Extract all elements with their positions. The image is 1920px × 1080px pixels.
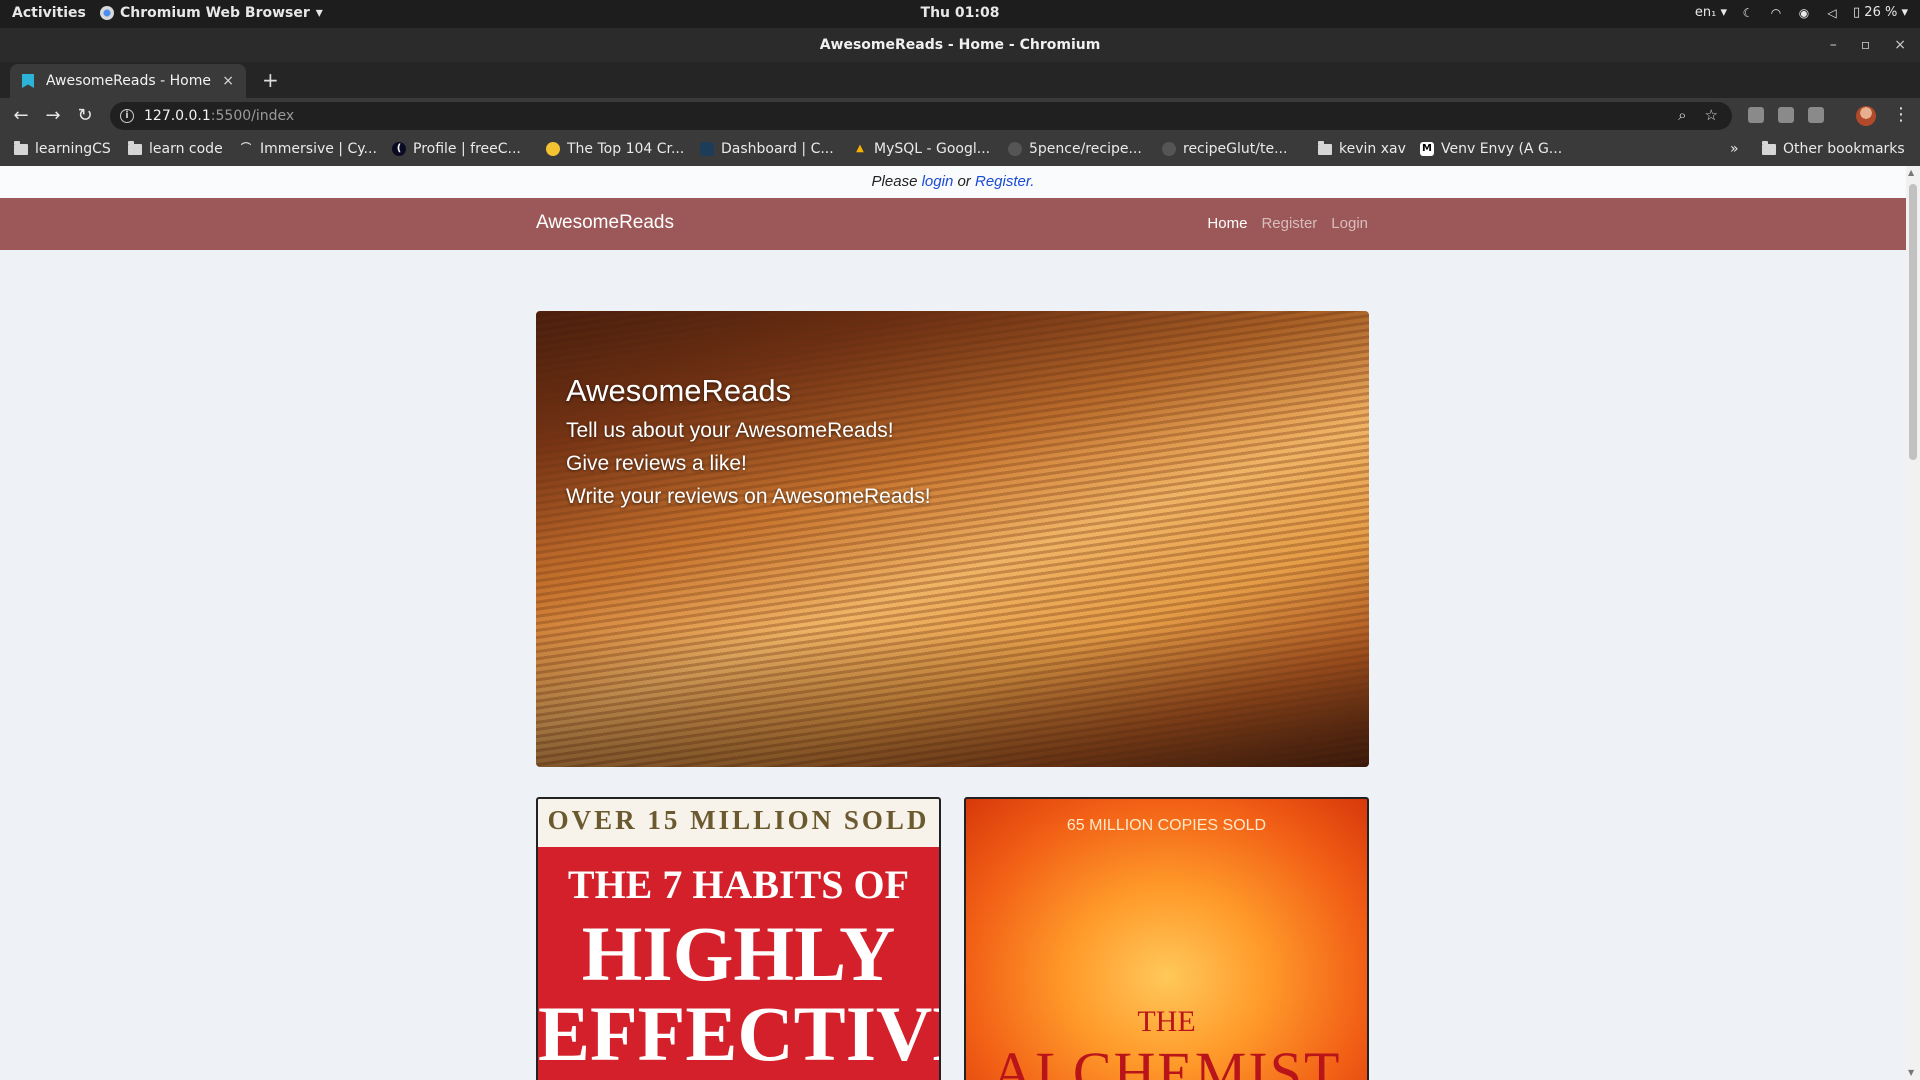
medium-icon: M bbox=[1420, 142, 1434, 156]
tab-strip: AwesomeReads - Home × + bbox=[0, 62, 1920, 98]
bookmarks-bar: learningCS learn code ⌒ Immersive | Cy...… bbox=[0, 134, 1920, 166]
window-title-bar: AwesomeReads - Home - Chromium – ▫ × bbox=[0, 28, 1920, 62]
bookmark-item[interactable]: (Profile | freeC... bbox=[392, 141, 521, 157]
page-viewport: Please login or Register. AwesomeReads H… bbox=[0, 166, 1906, 1080]
window-title: AwesomeReads - Home - Chromium bbox=[819, 37, 1101, 53]
url-host: 127.0.0.1 bbox=[144, 108, 211, 124]
nav-register[interactable]: Register bbox=[1261, 215, 1317, 232]
language-indicator[interactable]: en₁ ▾ bbox=[1695, 5, 1727, 20]
profile-avatar[interactable] bbox=[1856, 106, 1876, 126]
drive-icon: ▲ bbox=[856, 143, 864, 154]
wifi-icon: ◠ bbox=[1770, 5, 1782, 20]
hero-image-shade bbox=[536, 627, 1369, 767]
extension-icon[interactable] bbox=[1748, 107, 1764, 123]
zoom-icon[interactable]: ⌕ bbox=[1678, 106, 1686, 124]
close-window-icon[interactable]: × bbox=[1894, 28, 1906, 62]
new-tab-button[interactable]: + bbox=[262, 68, 279, 92]
book-cover-tagline: 65 MILLION COPIES SOLD bbox=[1066, 817, 1267, 834]
bookmark-item[interactable]: 5pence/recipe... bbox=[1008, 141, 1142, 157]
url-path: :5500/index bbox=[210, 108, 295, 124]
site-navbar: AwesomeReads Home Register Login bbox=[0, 198, 1906, 250]
notification-icon: ◉ bbox=[1798, 5, 1810, 20]
site-info-icon[interactable]: i bbox=[120, 109, 134, 123]
forward-icon[interactable]: → bbox=[42, 105, 64, 126]
scroll-up-icon[interactable]: ▲ bbox=[1908, 168, 1914, 177]
browser-toolbar: ← → ↻ i 127.0.0.1 :5500/index ⌕ ☆ ⋮ bbox=[0, 98, 1920, 134]
emoji-icon bbox=[546, 142, 560, 156]
page-scrollbar[interactable]: ▲ ▼ bbox=[1906, 166, 1920, 1080]
other-bookmarks[interactable]: Other bookmarks bbox=[1762, 140, 1905, 157]
back-icon[interactable]: ← bbox=[10, 105, 32, 126]
night-light-icon: ☾ bbox=[1742, 5, 1754, 20]
bookmark-item[interactable]: M Venv Envy (A G... bbox=[1420, 141, 1562, 157]
book-cover-title: EFFECTIVE bbox=[538, 990, 941, 1077]
tab-awesomereads-home[interactable]: AwesomeReads - Home × bbox=[10, 64, 246, 98]
book-cover-title: THE bbox=[1137, 1005, 1196, 1038]
hero-title: AwesomeReads bbox=[566, 373, 792, 408]
menu-kebab-icon[interactable]: ⋮ bbox=[1892, 104, 1910, 125]
book-cover-title: HIGHLY bbox=[581, 910, 896, 997]
address-bar[interactable]: i 127.0.0.1 :5500/index ⌕ ☆ bbox=[110, 102, 1732, 130]
nav-login[interactable]: Login bbox=[1331, 215, 1368, 232]
nav-home[interactable]: Home bbox=[1207, 215, 1247, 232]
bookmarks-overflow-button[interactable]: » bbox=[1730, 141, 1739, 157]
folder-icon bbox=[1762, 140, 1776, 155]
hero-line: Tell us about your AwesomeReads! bbox=[566, 419, 894, 442]
folder-icon bbox=[14, 140, 28, 155]
bookmark-item[interactable]: learn code bbox=[128, 140, 223, 157]
folder-icon bbox=[128, 140, 142, 155]
scroll-thumb[interactable] bbox=[1909, 184, 1917, 460]
book-cover-tagline: OVER 15 MILLION SOLD bbox=[547, 805, 930, 835]
book-cover-title: ALCHEMIST bbox=[991, 1040, 1342, 1080]
extension-icon[interactable] bbox=[1778, 107, 1794, 123]
bookmark-star-icon[interactable]: ☆ bbox=[1705, 106, 1718, 124]
book-cover-title: THE 7 HABITS OF bbox=[567, 862, 910, 907]
hero-banner: AwesomeReads Tell us about your AwesomeR… bbox=[536, 311, 1369, 767]
book-card-alchemist[interactable]: 65 MILLION COPIES SOLD THE ALCHEMIST bbox=[964, 797, 1369, 1080]
clock[interactable]: Thu 01:08 bbox=[0, 5, 1920, 21]
volume-icon: ◁ bbox=[1827, 5, 1837, 20]
folder-icon bbox=[1318, 140, 1332, 155]
github-icon bbox=[1008, 142, 1022, 156]
battery-indicator[interactable]: ▯ 26 % ▾ bbox=[1853, 5, 1908, 20]
bookmark-item[interactable]: The Top 104 Cr... bbox=[546, 141, 684, 157]
os-top-bar: Activities Chromium Web Browser ▾ Thu 01… bbox=[0, 0, 1920, 28]
hero-line: Give reviews a like! bbox=[566, 452, 747, 475]
bookmark-item[interactable]: kevin xav bbox=[1318, 140, 1406, 157]
navbar-brand[interactable]: AwesomeReads bbox=[536, 212, 674, 234]
bookmark-item[interactable]: learningCS bbox=[14, 140, 111, 157]
reload-icon[interactable]: ↻ bbox=[74, 105, 96, 126]
extension-icon[interactable] bbox=[1808, 107, 1824, 123]
github-icon bbox=[1162, 142, 1176, 156]
maximize-icon[interactable]: ▫ bbox=[1861, 28, 1871, 62]
hero-line: Write your reviews on AwesomeReads! bbox=[566, 485, 931, 508]
minimize-icon[interactable]: – bbox=[1830, 28, 1837, 62]
bookmark-item[interactable]: ▲ MySQL - Googl... bbox=[853, 141, 990, 157]
bookmark-item[interactable]: ⌒ Immersive | Cy... bbox=[239, 141, 377, 157]
login-link[interactable]: login bbox=[922, 173, 954, 190]
site-icon: ⌒ bbox=[241, 143, 251, 154]
system-tray[interactable]: en₁ ▾ ☾ ◠ ◉ ◁ ▯ 26 % ▾ bbox=[1695, 5, 1908, 20]
freecodecamp-icon: ( bbox=[392, 142, 406, 156]
bookmark-item[interactable]: recipeGlut/te... bbox=[1162, 141, 1287, 157]
bookmark-favicon-icon bbox=[22, 74, 34, 88]
site-icon bbox=[700, 142, 714, 156]
scroll-down-icon[interactable]: ▼ bbox=[1908, 1068, 1914, 1077]
tab-close-icon[interactable]: × bbox=[222, 73, 234, 89]
book-card-7-habits[interactable]: OVER 15 MILLION SOLD THE 7 HABITS OF HIG… bbox=[536, 797, 941, 1080]
register-link[interactable]: Register. bbox=[975, 173, 1034, 190]
tab-title: AwesomeReads - Home bbox=[46, 73, 211, 89]
bookmark-item[interactable]: Dashboard | C... bbox=[700, 141, 834, 157]
login-prompt: Please login or Register. bbox=[0, 166, 1906, 198]
